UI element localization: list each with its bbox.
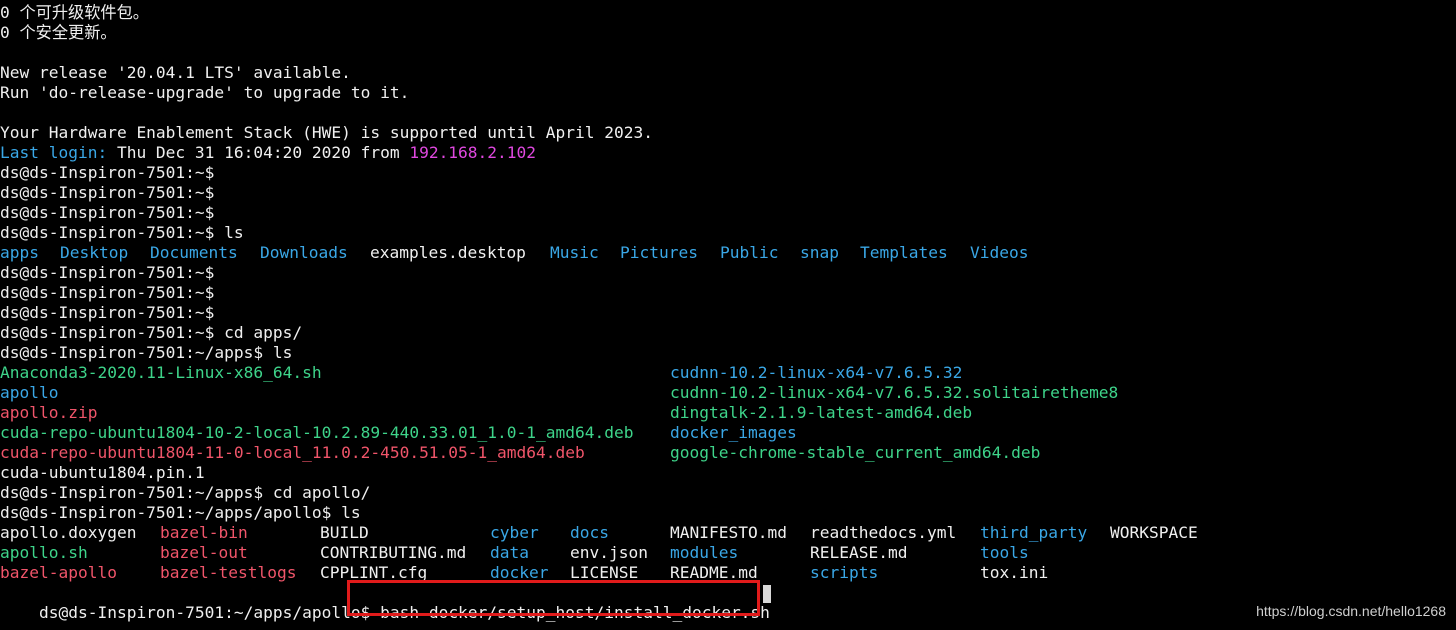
file-cuda-repo-11: cuda-repo-ubuntu1804-11-0-local_11.0.2-4… — [0, 443, 585, 462]
prompt-line: ds@ds-Inspiron-7501:~$ — [0, 303, 215, 322]
dir-modules: modules — [670, 543, 739, 562]
last-login-ip: 192.168.2.102 — [409, 143, 537, 162]
motd-upgradable: 0 个可升级软件包。 — [0, 3, 149, 22]
link-bazel-bin: bazel-bin — [160, 523, 248, 542]
prompt-line: ds@ds-Inspiron-7501:~$ — [0, 283, 215, 302]
file-cudnn-theme: cudnn-10.2-linux-x64-v7.6.5.32.solitaire… — [670, 383, 1119, 402]
dir-music: Music — [550, 243, 599, 262]
file-cuda-pin: cuda-ubuntu1804.pin.1 — [0, 463, 205, 482]
dir-third-party: third_party — [980, 523, 1088, 542]
text-cursor — [763, 585, 771, 603]
file-build: BUILD — [320, 523, 369, 542]
motd-security: 0 个安全更新。 — [0, 23, 117, 42]
file-release: RELEASE.md — [810, 543, 908, 562]
file-cuda-repo-10: cuda-repo-ubuntu1804-10-2-local-10.2.89-… — [0, 423, 634, 442]
prompt-ls-apollo: ds@ds-Inspiron-7501:~/apps/apollo$ ls — [0, 503, 361, 522]
file-chrome-deb: google-chrome-stable_current_amd64.deb — [670, 443, 1041, 462]
prompt-line: ds@ds-Inspiron-7501:~$ — [0, 263, 215, 282]
file-env-json: env.json — [570, 543, 648, 562]
file-apollo-zip: apollo.zip — [0, 403, 98, 422]
home-listing-row: apps Desktop Documents Downloads example… — [0, 243, 1456, 263]
dir-videos: Videos — [970, 243, 1029, 262]
file-apollo-doxygen: apollo.doxygen — [0, 523, 137, 542]
dir-docs: docs — [570, 523, 609, 542]
dir-snap: snap — [800, 243, 839, 262]
prompt-cd-apollo: ds@ds-Inspiron-7501:~/apps$ cd apollo/ — [0, 483, 371, 502]
active-prompt: ds@ds-Inspiron-7501:~/apps/apollo$ — [38, 603, 381, 622]
file-examples-desktop: examples.desktop — [370, 243, 526, 262]
file-workspace: WORKSPACE — [1110, 523, 1198, 542]
apps-listing-row: apollo cudnn-10.2-linux-x64-v7.6.5.32.so… — [0, 383, 1456, 403]
dir-cudnn: cudnn-10.2-linux-x64-v7.6.5.32 — [670, 363, 963, 382]
dir-docker-images: docker_images — [670, 423, 797, 442]
link-bazel-apollo: bazel-apollo — [0, 563, 117, 582]
dir-tools: tools — [980, 543, 1029, 562]
dir-desktop: Desktop — [60, 243, 129, 262]
dir-templates: Templates — [860, 243, 948, 262]
prompt-ls-apps: ds@ds-Inspiron-7501:~/apps$ ls — [0, 343, 293, 362]
file-apollo-sh: apollo.sh — [0, 543, 88, 562]
prompt-line: ds@ds-Inspiron-7501:~$ — [0, 183, 215, 202]
prompt-line: ds@ds-Inspiron-7501:~$ — [0, 203, 215, 222]
motd-new-release: New release '20.04.1 LTS' available. — [0, 63, 351, 82]
apollo-listing-row: apollo.doxygen bazel-bin BUILD cyber doc… — [0, 523, 1456, 543]
apps-listing-row: cuda-repo-ubuntu1804-11-0-local_11.0.2-4… — [0, 443, 1456, 463]
file-manifesto: MANIFESTO.md — [670, 523, 787, 542]
link-bazel-testlogs: bazel-testlogs — [160, 563, 297, 582]
command-highlight-box — [347, 580, 760, 616]
dir-downloads: Downloads — [260, 243, 348, 262]
dir-apollo: apollo — [0, 383, 59, 402]
prompt-ls-home: ds@ds-Inspiron-7501:~$ ls — [0, 223, 244, 242]
apollo-listing-row: apollo.sh bazel-out CONTRIBUTING.md data… — [0, 543, 1456, 563]
last-login-line: Last login: Thu Dec 31 16:04:20 2020 fro… — [0, 143, 536, 163]
dir-pictures: Pictures — [620, 243, 698, 262]
motd-run-upgrade: Run 'do-release-upgrade' to upgrade to i… — [0, 83, 410, 102]
file-contributing: CONTRIBUTING.md — [320, 543, 467, 562]
apps-listing-row: apollo.zip dingtalk-2.1.9-latest-amd64.d… — [0, 403, 1456, 423]
prompt-cd-apps: ds@ds-Inspiron-7501:~$ cd apps/ — [0, 323, 303, 342]
apps-listing-row: cuda-repo-ubuntu1804-10-2-local-10.2.89-… — [0, 423, 1456, 443]
apps-listing-row: Anaconda3-2020.11-Linux-x86_64.sh cudnn-… — [0, 363, 1456, 383]
file-tox-ini: tox.ini — [980, 563, 1049, 582]
dir-documents: Documents — [150, 243, 238, 262]
dir-apps: apps — [0, 243, 39, 262]
last-login-label: Last login: — [0, 143, 108, 162]
dir-public: Public — [720, 243, 779, 262]
link-bazel-out: bazel-out — [160, 543, 248, 562]
motd-hwe: Your Hardware Enablement Stack (HWE) is … — [0, 123, 653, 142]
terminal-window[interactable]: 0 个可升级软件包。 0 个安全更新。 New release '20.04.1… — [0, 0, 1456, 630]
dir-cyber: cyber — [490, 523, 539, 542]
file-readthedocs: readthedocs.yml — [810, 523, 957, 542]
prompt-line: ds@ds-Inspiron-7501:~$ — [0, 163, 215, 182]
file-anaconda: Anaconda3-2020.11-Linux-x86_64.sh — [0, 363, 322, 382]
dir-data: data — [490, 543, 529, 562]
watermark-text: https://blog.csdn.net/hello1268 — [1256, 603, 1446, 619]
last-login-time: Thu Dec 31 16:04:20 2020 from — [107, 143, 410, 162]
dir-scripts: scripts — [810, 563, 879, 582]
file-dingtalk: dingtalk-2.1.9-latest-amd64.deb — [670, 403, 973, 422]
